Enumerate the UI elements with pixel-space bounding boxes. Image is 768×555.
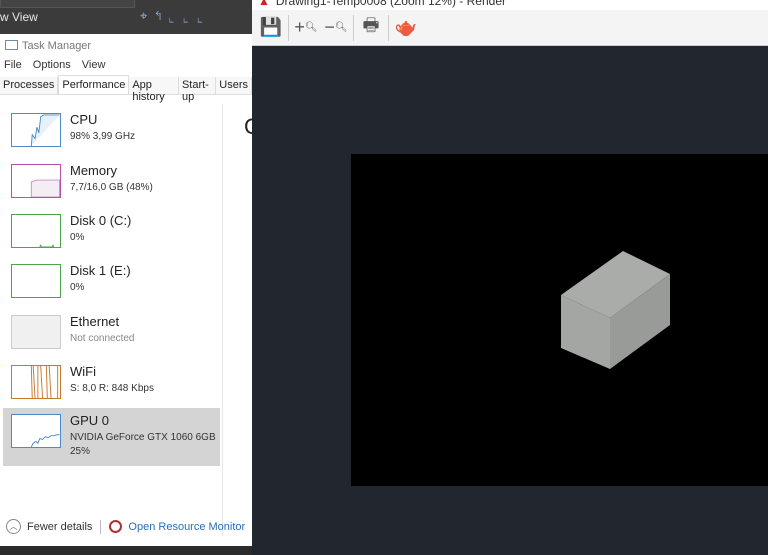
item-detail: Not connected	[70, 333, 135, 344]
title-text: Task Manager	[22, 40, 92, 52]
separator	[100, 519, 102, 534]
item-name: Ethernet	[70, 314, 120, 329]
footer: ︿ Fewer details Open Resource Monitor	[6, 519, 245, 534]
divider	[222, 104, 223, 536]
separator	[288, 14, 289, 41]
render-title-bar: ▲ Drawing1-Temp0008 (Zoom 12%) - Render	[252, 0, 768, 10]
menu-file[interactable]: File	[4, 59, 22, 71]
menu-options[interactable]: Options	[33, 59, 71, 71]
gpu-usage: 25%	[70, 446, 91, 457]
render-toolbar: 💾 + 🔍︎ − 🔍︎ 🖶 🫖	[252, 10, 768, 46]
window-title: Task Manager	[5, 40, 91, 52]
perf-item-cpu[interactable]: CPU 98% 3,99 GHz	[3, 107, 220, 165]
zoom-out-icon[interactable]: − 🔍︎	[321, 14, 351, 42]
tab-bar: Processes Performance App history Start-…	[0, 75, 252, 103]
gpu-model: NVIDIA GeForce GTX 1060 6GB	[70, 432, 216, 443]
ucs-icons[interactable]: ⌖↰⌞⌞⌞	[140, 8, 212, 24]
disk0-graph	[11, 214, 61, 248]
render-title: Drawing1-Temp0008 (Zoom 12%) - Render	[275, 0, 506, 8]
zoom-in-icon[interactable]: + 🔍︎	[291, 14, 321, 42]
wifi-graph	[11, 365, 61, 399]
rendered-box	[561, 251, 670, 369]
tab-users[interactable]: Users	[216, 77, 252, 94]
separator	[388, 14, 389, 41]
view-dropdown[interactable]	[0, 0, 135, 8]
item-detail: 0%	[70, 232, 85, 243]
tab-processes[interactable]: Processes	[0, 77, 59, 94]
render-window: ▲ Drawing1-Temp0008 (Zoom 12%) - Render 💾…	[252, 0, 768, 555]
menu-view[interactable]: View	[82, 59, 106, 71]
item-name: WiFi	[70, 364, 96, 379]
item-name: Memory	[70, 163, 117, 178]
save-icon[interactable]: 💾	[256, 14, 286, 42]
tab-performance[interactable]: Performance	[58, 75, 130, 94]
perf-item-gpu0[interactable]: GPU 0 NVIDIA GeForce GTX 1060 6GB 25%	[3, 408, 220, 466]
view-label: w View	[0, 10, 38, 24]
task-manager-icon	[5, 40, 18, 50]
ethernet-graph	[11, 315, 61, 349]
item-detail: S: 8,0 R: 848 Kbps	[70, 383, 154, 394]
memory-graph	[11, 164, 61, 198]
tab-start-up[interactable]: Start-up	[178, 77, 217, 103]
autocad-icon: ▲	[258, 0, 270, 8]
tab-app-history[interactable]: App history	[129, 77, 179, 103]
menu-bar: File Options View	[4, 59, 113, 71]
item-detail: NVIDIA GeForce GTX 1060 6GB 25%	[70, 431, 216, 459]
fewer-details-button[interactable]: Fewer details	[27, 521, 92, 533]
teapot-icon[interactable]: 🫖	[391, 14, 421, 42]
item-detail: 98% 3,99 GHz	[70, 131, 136, 142]
open-resource-monitor-link[interactable]: Open Resource Monitor	[128, 521, 245, 533]
cpu-graph	[11, 113, 61, 147]
item-name: CPU	[70, 112, 98, 127]
gpu-graph	[11, 414, 61, 448]
item-name: Disk 0 (C:)	[70, 213, 132, 228]
chevron-up-icon[interactable]: ︿	[6, 519, 21, 534]
item-detail: 0%	[70, 282, 85, 293]
disk1-graph	[11, 264, 61, 298]
perf-item-disk1[interactable]: Disk 1 (E:) 0%	[3, 258, 220, 316]
item-detail: 7,7/16,0 GB (48%)	[70, 182, 153, 193]
render-canvas[interactable]	[351, 154, 768, 486]
item-name: Disk 1 (E:)	[70, 263, 131, 278]
separator	[353, 14, 354, 41]
item-name: GPU 0	[70, 413, 110, 428]
task-manager-window: Task Manager File Options View Processes…	[0, 34, 260, 546]
print-icon[interactable]: 🖶	[356, 14, 386, 42]
background-app-toolbar: w View ⌖↰⌞⌞⌞	[0, 0, 252, 34]
resource-monitor-icon	[109, 520, 123, 533]
